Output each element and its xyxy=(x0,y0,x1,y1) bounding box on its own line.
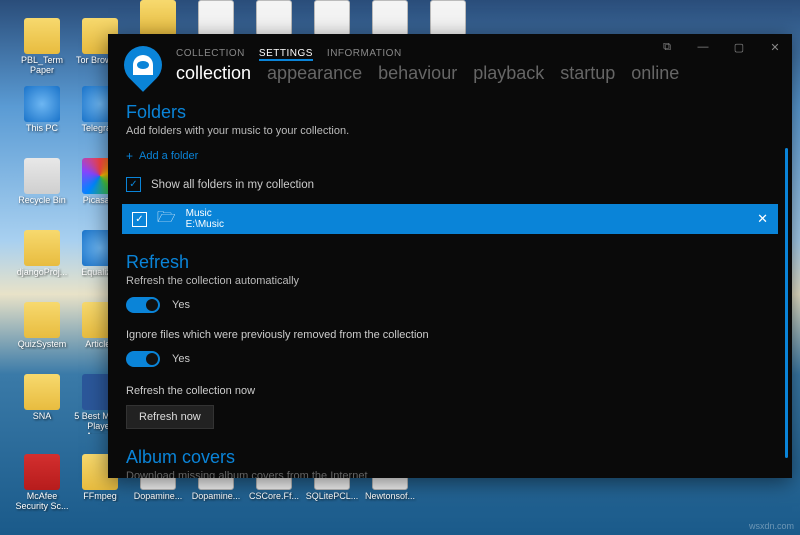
app-logo xyxy=(116,38,170,92)
refresh-now-button[interactable]: Refresh now xyxy=(126,405,214,429)
minimize-button[interactable]: ― xyxy=(692,40,714,54)
share-icon[interactable]: ⧉ xyxy=(656,40,678,54)
desktop-icon[interactable]: QuizSystem xyxy=(15,302,69,350)
desktop-icon[interactable]: This PC xyxy=(15,86,69,134)
refresh-auto-label: Refresh the collection automatically xyxy=(126,275,774,287)
sub-tab[interactable]: startup xyxy=(560,63,615,84)
sub-tab[interactable]: online xyxy=(631,63,679,84)
refresh-auto-state: Yes xyxy=(172,299,190,311)
desktop-icon[interactable]: djangoProj... xyxy=(15,230,69,278)
top-tab[interactable]: SETTINGS xyxy=(259,48,313,61)
refresh-now-label: Refresh the collection now xyxy=(126,385,774,397)
top-tab[interactable]: INFORMATION xyxy=(327,48,402,61)
ignore-toggle[interactable] xyxy=(126,351,160,367)
desktop-icon[interactable] xyxy=(421,0,475,38)
folder-path: E:\Music xyxy=(186,219,224,231)
folders-heading: Folders xyxy=(126,102,774,123)
desktop-icon[interactable] xyxy=(363,0,417,38)
folder-name: Music xyxy=(186,208,224,220)
add-folder-button[interactable]: + Add a folder xyxy=(126,149,774,163)
sub-tab[interactable]: playback xyxy=(473,63,544,84)
desktop-icon[interactable]: McAfee Security Sc... xyxy=(15,454,69,512)
desktop-icon[interactable]: Recycle Bin xyxy=(15,158,69,206)
desktop-icon[interactable] xyxy=(131,0,185,38)
ignore-label: Ignore files which were previously remov… xyxy=(126,329,774,341)
settings-content: Folders Add folders with your music to y… xyxy=(108,88,792,478)
plus-icon: + xyxy=(126,149,133,163)
show-all-label: Show all folders in my collection xyxy=(151,179,314,191)
maximize-button[interactable]: ▢ xyxy=(728,40,750,54)
desktop-icon[interactable] xyxy=(305,0,359,38)
covers-heading: Album covers xyxy=(126,447,774,468)
folder-icon: 🗁 xyxy=(157,207,176,232)
scrollbar[interactable] xyxy=(785,148,788,458)
show-all-checkbox[interactable]: ✓ xyxy=(126,177,141,192)
refresh-heading: Refresh xyxy=(126,252,774,273)
top-tabs: COLLECTION SETTINGS INFORMATION xyxy=(176,46,679,61)
top-tab[interactable]: COLLECTION xyxy=(176,48,245,61)
desktop-icon[interactable] xyxy=(247,0,301,38)
covers-desc: Download missing album covers from the I… xyxy=(126,470,774,478)
sub-tab[interactable]: appearance xyxy=(267,63,362,84)
ignore-state: Yes xyxy=(172,353,190,365)
close-button[interactable]: ✕ xyxy=(764,40,786,54)
sub-tabs: collection appearance behaviour playback sta… xyxy=(176,63,679,84)
folders-desc: Add folders with your music to your coll… xyxy=(126,125,774,137)
sub-tab[interactable]: behaviour xyxy=(378,63,457,84)
app-window: ⧉ ― ▢ ✕ COLLECTION SETTINGS INFORMATION co… xyxy=(108,34,792,478)
folder-row-checkbox[interactable]: ✓ xyxy=(132,212,147,227)
desktop-icon[interactable]: SNA xyxy=(15,374,69,422)
desktop-icon[interactable]: PBL_Term Paper xyxy=(15,18,69,76)
folder-remove-button[interactable]: ✕ xyxy=(757,211,768,227)
add-folder-label: Add a folder xyxy=(139,150,198,162)
refresh-auto-toggle[interactable] xyxy=(126,297,160,313)
watermark: wsxdn.com xyxy=(749,521,794,531)
sub-tab[interactable]: collection xyxy=(176,63,251,84)
desktop-icon[interactable] xyxy=(189,0,243,38)
folder-row[interactable]: ✓ 🗁 Music E:\Music ✕ xyxy=(122,204,778,234)
